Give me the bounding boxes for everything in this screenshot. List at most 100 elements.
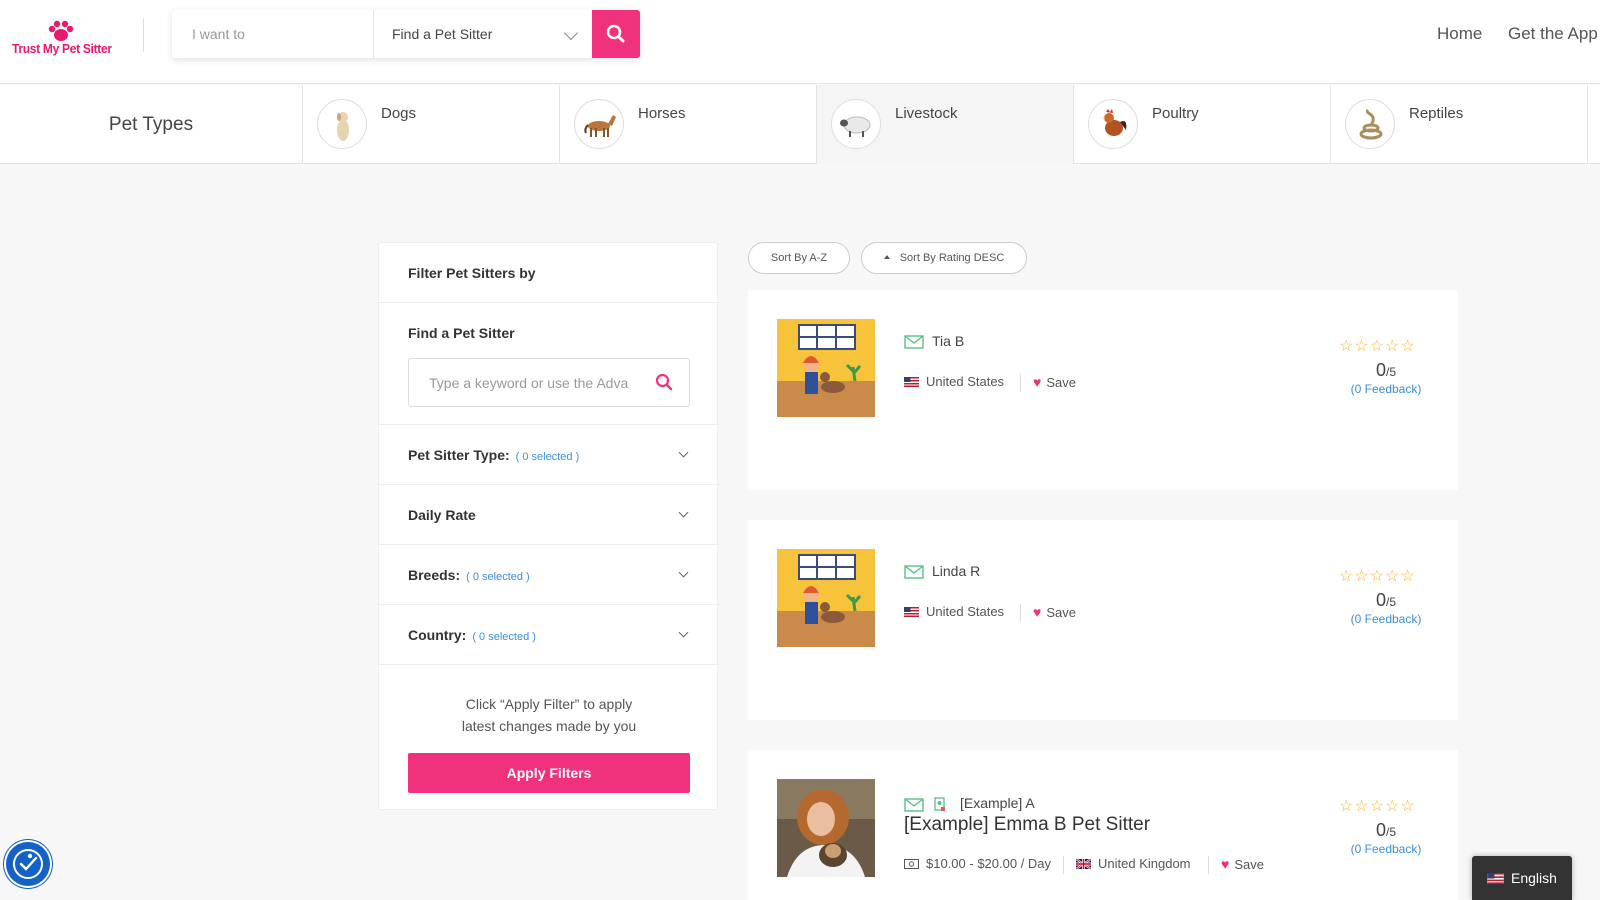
meta-divider — [1208, 856, 1209, 874]
apply-filters-button[interactable]: Apply Filters — [408, 753, 690, 793]
score-value: 0 — [1375, 820, 1386, 840]
breeds-text: Breeds: — [408, 567, 461, 583]
rooster-icon — [1088, 99, 1138, 149]
filter-keyword-section: Find a Pet Sitter — [379, 303, 719, 425]
score-value: 0 — [1375, 590, 1386, 610]
uk-flag-icon — [1076, 859, 1091, 869]
sitter-headline[interactable]: [Example] Emma B Pet Sitter — [904, 814, 1150, 836]
pet-sitter-type-count: ( 0 selected ) — [515, 451, 580, 463]
sitter-card[interactable]: Tia B United States ♥ Save ☆☆☆☆☆ 0/5 (0 F… — [748, 290, 1458, 490]
sitter-avatar[interactable] — [777, 319, 875, 417]
country-name: United States — [926, 604, 1005, 619]
rating-score: 0/5 — [1339, 590, 1433, 611]
sheep-icon — [831, 99, 881, 149]
search-type-value: Find a Pet Sitter — [392, 26, 493, 42]
site-logo[interactable]: Trust My Pet Sitter — [12, 20, 112, 64]
apply-hint: Click “Apply Filter” to apply latest cha… — [379, 693, 719, 737]
language-selector[interactable]: English — [1472, 856, 1572, 900]
sitter-country: United States — [904, 604, 1004, 619]
search-button[interactable] — [592, 10, 640, 58]
save-label: Save — [1046, 375, 1076, 390]
heart-icon: ♥ — [1033, 604, 1042, 620]
meta-divider — [1063, 856, 1064, 874]
save-label: Save — [1046, 605, 1076, 620]
sitter-name[interactable]: [Example] A — [960, 795, 1035, 811]
sitter-avatar[interactable] — [777, 779, 875, 877]
pet-type-dogs[interactable]: Dogs — [303, 85, 560, 164]
search-icon[interactable] — [655, 373, 673, 391]
sort-rating-label: Sort By Rating DESC — [899, 252, 1005, 264]
pet-type-horses[interactable]: Horses — [560, 85, 817, 164]
sitter-name[interactable]: Tia B — [932, 333, 964, 349]
sitter-card[interactable]: Linda R United States ♥ Save ☆☆☆☆☆ 0/5 (0… — [748, 520, 1458, 720]
nav-get-app-link[interactable]: Get the App — [1508, 24, 1598, 44]
search-input[interactable] — [172, 10, 374, 58]
pet-type-label: Livestock — [895, 105, 958, 122]
pet-type-label: Reptiles — [1409, 105, 1464, 122]
sitter-country: United States — [904, 374, 1004, 389]
chevron-down-icon — [563, 25, 579, 41]
filter-breeds[interactable]: Breeds: ( 0 selected ) — [379, 545, 719, 605]
pet-type-poultry[interactable]: Poultry — [1074, 85, 1331, 164]
logo-text: Trust My Pet Sitter — [12, 41, 112, 56]
heart-icon: ♥ — [1033, 374, 1042, 390]
country-name: United States — [926, 374, 1005, 389]
country-text: Country: — [408, 627, 467, 643]
country-label: Country: ( 0 selected ) — [408, 627, 536, 643]
chevron-down-icon — [678, 627, 689, 638]
pet-type-livestock[interactable]: Livestock — [817, 85, 1074, 164]
sitter-avatar[interactable] — [777, 549, 875, 647]
find-sitter-label: Find a Pet Sitter — [408, 325, 515, 341]
pet-sitter-type-label: Pet Sitter Type: ( 0 selected ) — [408, 447, 579, 463]
score-max: /5 — [1386, 825, 1397, 839]
accessibility-button[interactable] — [6, 842, 50, 886]
chevron-down-icon — [678, 447, 689, 458]
caret-up-icon — [883, 255, 890, 259]
pet-type-reptiles[interactable]: Reptiles — [1331, 85, 1588, 164]
filter-pet-sitter-type[interactable]: Pet Sitter Type: ( 0 selected ) — [379, 425, 719, 485]
country-name: United Kingdom — [1098, 856, 1191, 871]
rating-stars: ☆☆☆☆☆ — [1339, 568, 1416, 585]
money-icon — [904, 859, 919, 869]
mail-icon — [904, 798, 924, 812]
rating-stars: ☆☆☆☆☆ — [1339, 338, 1416, 355]
sitter-card[interactable]: [Example] A [Example] Emma B Pet Sitter … — [748, 750, 1458, 900]
pet-types-label: Pet Types — [0, 85, 303, 164]
rate-value: $10.00 - $20.00 / Day — [926, 856, 1052, 871]
breeds-label: Breeds: ( 0 selected ) — [408, 567, 530, 583]
header-search: Find a Pet Sitter — [172, 10, 640, 58]
save-button[interactable]: ♥ Save — [1033, 604, 1076, 620]
keyword-search-box — [408, 358, 690, 407]
feedback-link[interactable]: (0 Feedback) — [1339, 612, 1433, 626]
filter-country[interactable]: Country: ( 0 selected ) — [379, 605, 719, 665]
feedback-link[interactable]: (0 Feedback) — [1339, 382, 1433, 396]
search-type-select[interactable]: Find a Pet Sitter — [374, 10, 594, 58]
keyword-input[interactable] — [409, 359, 649, 406]
country-count: ( 0 selected ) — [472, 631, 536, 643]
nav-home-link[interactable]: Home — [1437, 24, 1482, 44]
badge-icon — [934, 797, 945, 811]
sitter-name[interactable]: Linda R — [932, 563, 980, 579]
filter-daily-rate[interactable]: Daily Rate — [379, 485, 719, 545]
apply-hint-line: latest changes made by you — [461, 718, 637, 734]
rating-stars: ☆☆☆☆☆ — [1339, 798, 1416, 815]
search-icon — [606, 24, 625, 43]
horse-icon — [574, 99, 624, 149]
save-label: Save — [1234, 857, 1264, 872]
sort-az-button[interactable]: Sort By A-Z — [748, 242, 850, 274]
mail-icon — [904, 565, 924, 579]
mail-icon — [904, 335, 924, 349]
accessibility-icon — [13, 849, 43, 879]
chevron-down-icon — [678, 567, 689, 578]
sort-rating-button[interactable]: Sort By Rating DESC — [861, 242, 1027, 274]
feedback-link[interactable]: (0 Feedback) — [1339, 842, 1433, 856]
rating-score: 0/5 — [1339, 820, 1433, 841]
save-button[interactable]: ♥ Save — [1221, 856, 1264, 872]
filter-panel: Filter Pet Sitters by Find a Pet Sitter … — [378, 242, 719, 810]
breeds-count: ( 0 selected ) — [466, 571, 530, 583]
paw-icon — [48, 20, 74, 41]
rating-score: 0/5 — [1339, 360, 1433, 381]
save-button[interactable]: ♥ Save — [1033, 374, 1076, 390]
filter-header: Filter Pet Sitters by — [379, 243, 719, 303]
us-flag-icon — [1487, 873, 1504, 884]
